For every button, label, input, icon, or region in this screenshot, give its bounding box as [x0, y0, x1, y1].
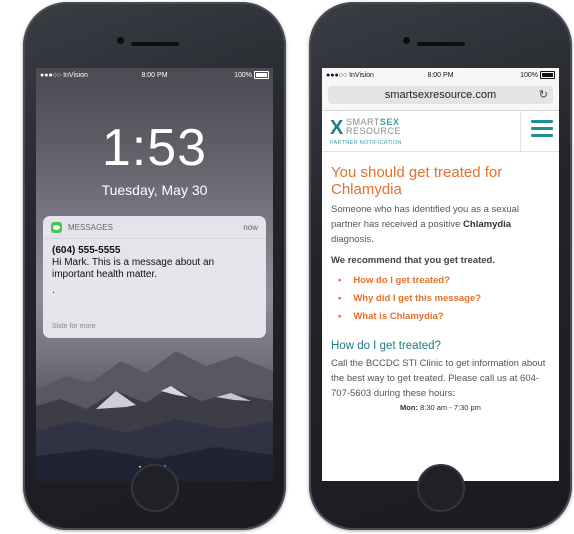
earpiece-speaker: [416, 42, 465, 46]
status-bar: ●●●○○ InVision 8:00 PM 100%: [322, 68, 559, 82]
notification-app-name: MESSAGES: [68, 222, 113, 232]
right-phone: ●●●○○ InVision 8:00 PM 100% smartsexreso…: [309, 2, 572, 530]
front-camera: [402, 37, 410, 44]
site-header: X SMARTSEX RESOURCE PARTNER NOTIFICATION: [322, 111, 559, 152]
link-what-is-chlamydia[interactable]: What is Chlamydia?: [331, 308, 550, 326]
url-field[interactable]: smartsexresource.com ↻: [328, 86, 553, 104]
header-divider: [520, 111, 521, 151]
browser-address-bar: smartsexresource.com ↻: [322, 82, 559, 111]
link-why-message[interactable]: Why did I get this message?: [331, 290, 550, 308]
logo-subtitle: PARTNER NOTIFICATION: [330, 140, 402, 146]
lock-date: Tuesday, May 30: [101, 182, 208, 198]
status-bar: ●●●○○ InVision 8:00 PM 100%: [36, 68, 273, 82]
notification-body: (604) 555-5555 Hi Mark. This is a messag…: [43, 239, 266, 297]
slide-for-more: Slide for more: [52, 323, 96, 330]
logo-x-icon: X: [330, 117, 344, 139]
notification-ellipsis: .: [52, 285, 55, 296]
link-how-treated[interactable]: How do I get treated?: [331, 272, 550, 290]
reload-icon[interactable]: ↻: [539, 86, 548, 104]
intro-paragraph: Someone who has identified you as a sexu…: [331, 204, 520, 245]
browser-screen: ●●●○○ InVision 8:00 PM 100% smartsexreso…: [322, 68, 559, 481]
front-camera: [116, 37, 124, 44]
lock-screen: ●●●○○ InVision 8:00 PM 100% 1:53 Tuesday…: [36, 68, 273, 481]
clinic-hours: Mon: 8:30 am - 7:30 pm: [400, 403, 481, 412]
message-notification[interactable]: MESSAGES now (604) 555-5555 Hi Mark. Thi…: [43, 216, 266, 338]
home-button[interactable]: [130, 464, 179, 512]
left-phone: ●●●○○ InVision 8:00 PM 100% 1:53 Tuesday…: [23, 2, 286, 530]
notification-header: MESSAGES now: [43, 216, 266, 239]
page-headline: You should get treated for Chlamydia: [331, 164, 503, 198]
home-button[interactable]: [416, 464, 465, 512]
notification-message: Hi Mark. This is a message about an impo…: [52, 257, 215, 280]
notification-sender: (604) 555-5555: [52, 245, 121, 256]
battery-icon: [254, 71, 269, 79]
messages-app-icon: [51, 221, 62, 233]
notification-time: now: [243, 222, 258, 232]
status-time: 8:00 PM: [141, 71, 168, 79]
battery-icon: [540, 71, 555, 79]
mountain-wallpaper: [36, 351, 273, 481]
hamburger-menu-icon[interactable]: [531, 120, 553, 138]
faq-links: How do I get treated? Why did I get this…: [331, 272, 550, 326]
logo-wordmark: SMARTSEX RESOURCE: [346, 117, 402, 136]
section-body: Call the BCCDC STI Clinic to get informa…: [331, 358, 546, 399]
lock-clock: 1:53: [101, 119, 208, 177]
status-time: 8:00 PM: [427, 71, 454, 79]
recommendation: We recommend that you get treated.: [331, 255, 495, 266]
section-title: How do I get treated?: [331, 340, 441, 352]
page-content: You should get treated for Chlamydia Som…: [331, 164, 550, 412]
earpiece-speaker: [130, 42, 179, 46]
url-text: smartsexresource.com: [384, 89, 497, 101]
